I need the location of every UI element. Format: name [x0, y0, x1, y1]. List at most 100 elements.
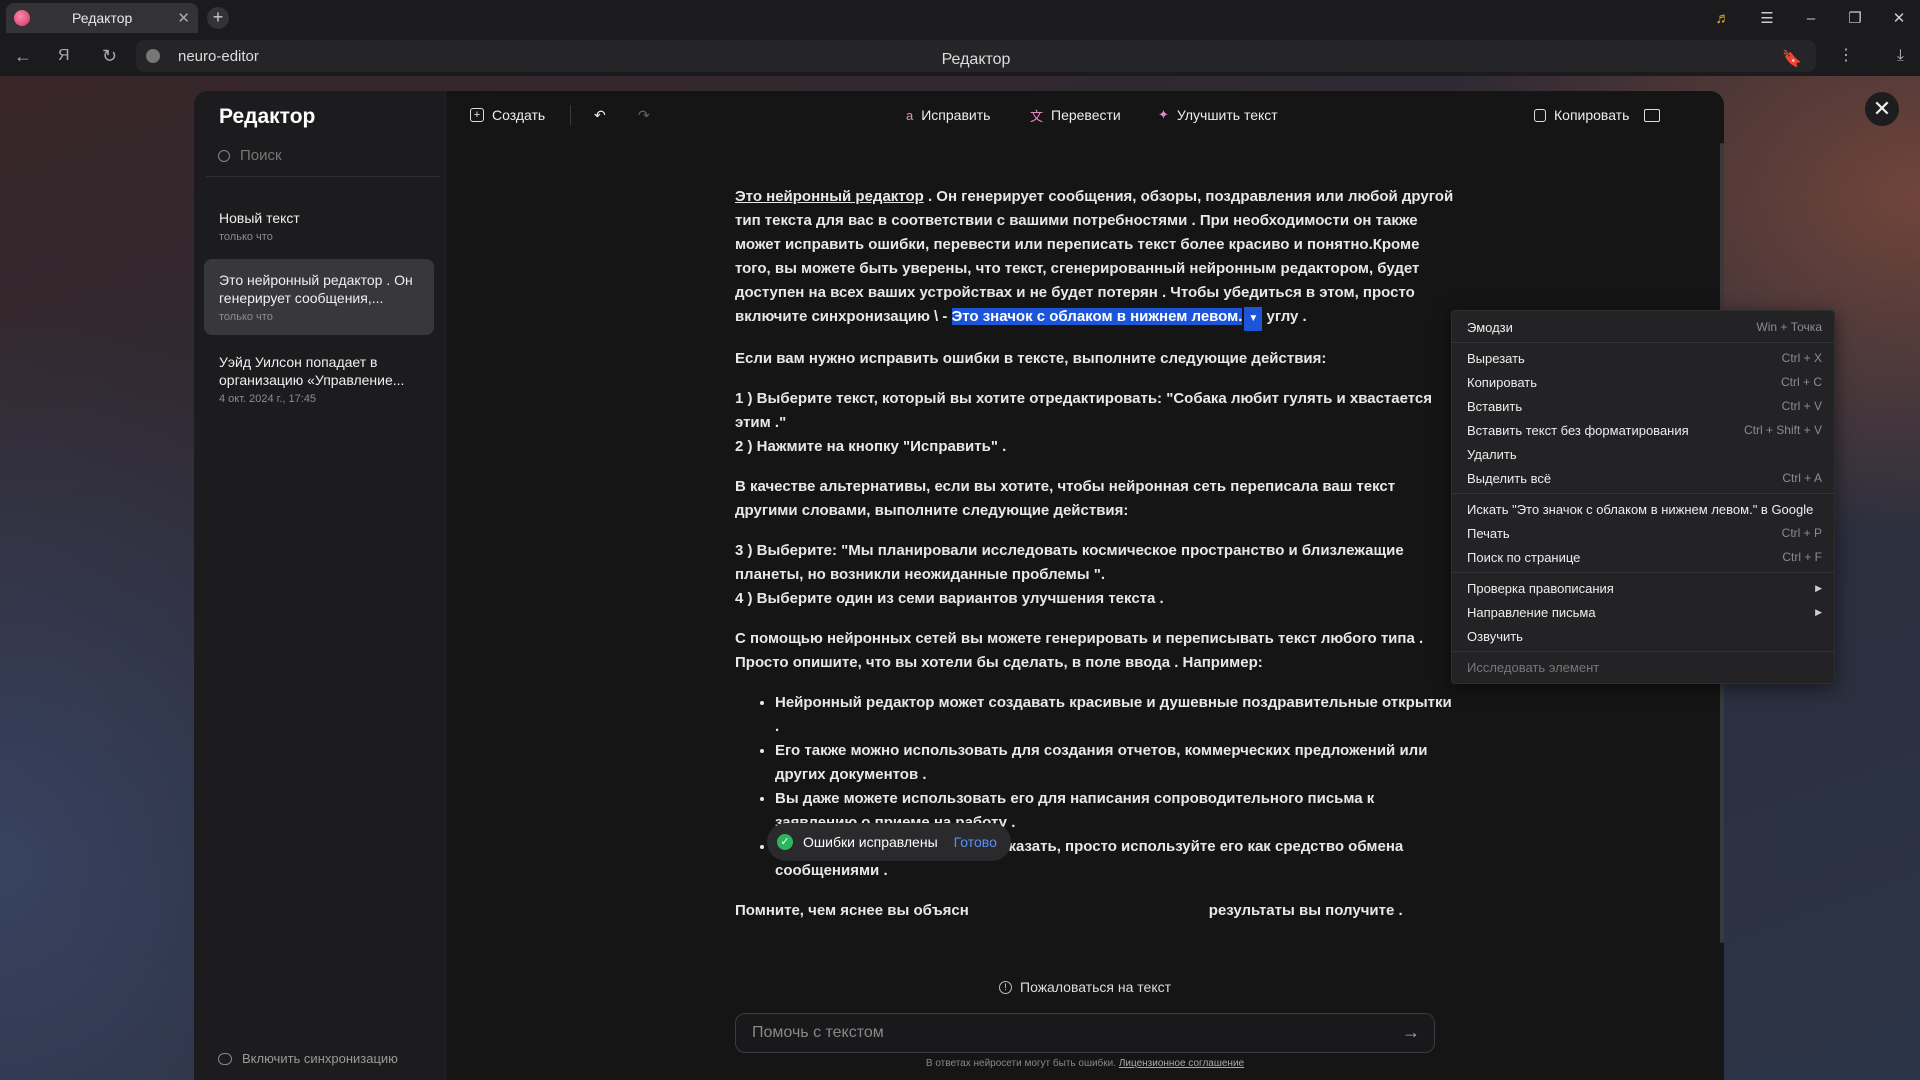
text: 4 ) Выберите один из семи вариантов улуч…: [735, 590, 1164, 607]
divider: [570, 105, 571, 125]
menu-item-emoji[interactable]: Эмодзи Win + Точка: [1452, 315, 1834, 339]
menu-label: Удалить: [1467, 446, 1517, 462]
menu-shortcut: Ctrl + A: [1782, 471, 1822, 485]
text: результаты вы получите .: [1208, 902, 1403, 919]
restore-icon[interactable]: ❐: [1844, 9, 1866, 27]
sync-label: Включить синхронизацию: [242, 1051, 398, 1066]
create-label: Создать: [492, 107, 546, 123]
menu-divider: [1452, 651, 1834, 652]
create-button[interactable]: + Создать: [470, 91, 545, 139]
menu-item-inspect[interactable]: Исследовать элемент: [1452, 655, 1834, 679]
doc-item[interactable]: Новый текст только что: [204, 197, 434, 255]
search-input[interactable]: Поиск: [206, 135, 440, 177]
search-icon: [218, 149, 230, 162]
sidebar: Редактор Поиск Новый текст только что Эт…: [194, 91, 446, 1080]
text: Помните, чем яснее вы объясн: [735, 902, 969, 919]
menu-item-speak[interactable]: Озвучить: [1452, 624, 1834, 648]
sparkle-icon: ✦: [1158, 107, 1169, 122]
search-placeholder: Поиск: [240, 147, 282, 164]
favicon-icon: [14, 10, 30, 26]
selected-text[interactable]: Это значок с облаком в нижнем левом.: [951, 308, 1243, 325]
complain-label: Пожаловаться на текст: [1020, 979, 1172, 995]
copy-label: Копировать: [1554, 107, 1630, 123]
menu-item-print[interactable]: Печать Ctrl + P: [1452, 521, 1834, 545]
menu-shortcut: Ctrl + P: [1781, 526, 1822, 540]
close-window-icon[interactable]: ✕: [1888, 9, 1910, 27]
dropdown-arrow-icon[interactable]: ▼: [1244, 307, 1263, 331]
window-controls: ♬ ☰ – ❐ ✕: [1712, 0, 1910, 36]
copy-icon: [1534, 108, 1546, 122]
complain-button[interactable]: ! Пожаловаться на текст: [999, 979, 1171, 995]
text-link[interactable]: Это нейронный редактор: [735, 188, 924, 205]
menu-item-paste-plain[interactable]: Вставить текст без форматирования Ctrl + …: [1452, 418, 1834, 442]
panel-toggle-icon[interactable]: [1644, 91, 1660, 139]
menu-item-copy[interactable]: Копировать Ctrl + C: [1452, 370, 1834, 394]
redo-icon[interactable]: ↷: [638, 91, 650, 139]
send-arrow-icon[interactable]: →: [1402, 1022, 1420, 1043]
license-link[interactable]: Лицензионное соглашение: [1119, 1058, 1244, 1069]
translate-button[interactable]: 文 Перевести: [1030, 91, 1121, 139]
tab-editor[interactable]: Редактор ✕: [6, 3, 198, 33]
menu-item-find[interactable]: Поиск по странице Ctrl + F: [1452, 545, 1834, 569]
status-toast: ✓ Ошибки исправлены Готово: [767, 823, 1011, 861]
paragraph: Это нейронный редактор . Он генерирует с…: [735, 185, 1455, 331]
menu-label: Поиск по странице: [1467, 549, 1581, 565]
copy-button[interactable]: Копировать: [1534, 91, 1629, 139]
paragraph: В качестве альтернативы, если вы хотите,…: [735, 478, 1396, 519]
menu-item-delete[interactable]: Удалить: [1452, 442, 1834, 466]
sync-button[interactable]: Включить синхронизацию: [218, 1051, 398, 1066]
help-input[interactable]: Помочь с текстом →: [735, 1013, 1435, 1053]
toast-text: Ошибки исправлены: [803, 834, 938, 850]
url-field[interactable]: neuro-editor Редактор 🔖: [136, 40, 1816, 72]
text: 3 ) Выберите: "Мы планировали исследоват…: [735, 542, 1404, 583]
paragraph: Если вам нужно исправить ошибки в тексте…: [735, 350, 1327, 367]
footer-note: В ответах нейросети могут быть ошибки. Л…: [735, 1058, 1435, 1069]
menu-shortcut: Ctrl + Shift + V: [1743, 423, 1822, 437]
menu-label: Направление письма: [1467, 604, 1596, 620]
improve-button[interactable]: ✦ Улучшить текст: [1158, 91, 1278, 139]
bookmark-icon[interactable]: 🔖: [1782, 40, 1802, 80]
tab-title: Редактор: [72, 10, 133, 26]
menu-item-paste[interactable]: Вставить Ctrl + V: [1452, 394, 1834, 418]
toast-done-button[interactable]: Готово: [954, 834, 997, 850]
fix-button[interactable]: a Исправить: [906, 91, 990, 139]
menu-shortcut: Ctrl + X: [1781, 351, 1822, 365]
fix-icon: a: [906, 107, 914, 123]
tab-close-icon[interactable]: ✕: [177, 9, 190, 27]
menu-item-search-google[interactable]: Искать "Это значок с облаком в нижнем ле…: [1452, 497, 1834, 521]
menu-item-spellcheck[interactable]: Проверка правописания ▶: [1452, 576, 1834, 600]
menu-item-cut[interactable]: Вырезать Ctrl + X: [1452, 346, 1834, 370]
reload-icon[interactable]: ↻: [102, 36, 117, 76]
download-icon[interactable]: ⤓: [1897, 36, 1904, 76]
text: 2 ) Нажмите на кнопку "Исправить" .: [735, 438, 1007, 455]
menu-label: Исследовать элемент: [1467, 659, 1600, 675]
menu-shortcut: Ctrl + F: [1782, 550, 1822, 564]
menu-divider: [1452, 493, 1834, 494]
submenu-arrow-icon: ▶: [1815, 606, 1822, 617]
doc-title: Уэйд Уилсон попадает в организацию «Упра…: [219, 354, 405, 388]
more-icon[interactable]: ⋮: [1838, 36, 1854, 76]
translate-label: Перевести: [1051, 107, 1121, 123]
menu-icon[interactable]: ☰: [1756, 9, 1778, 27]
menu-item-writing-direction[interactable]: Направление письма ▶: [1452, 600, 1834, 624]
list-item: Его также можно использовать для создани…: [775, 739, 1455, 787]
undo-icon[interactable]: ↶: [594, 91, 606, 139]
back-icon[interactable]: ←: [14, 36, 32, 76]
paragraph: 3 ) Выберите: "Мы планировали исследоват…: [735, 539, 1455, 611]
yandex-icon[interactable]: Я: [58, 36, 70, 76]
doc-item-active[interactable]: Это нейронный редактор . Он генерирует с…: [204, 259, 434, 335]
menu-label: Вставить текст без форматирования: [1467, 422, 1689, 438]
menu-item-select-all[interactable]: Выделить всё Ctrl + A: [1452, 466, 1834, 490]
footer-text: В ответах нейросети могут быть ошибки.: [925, 1058, 1119, 1069]
doc-item[interactable]: Уэйд Уилсон попадает в организацию «Упра…: [204, 341, 434, 417]
menu-label: Копировать: [1467, 374, 1537, 390]
menu-divider: [1452, 342, 1834, 343]
doc-title: Новый текст: [219, 210, 300, 226]
music-icon[interactable]: ♬: [1712, 10, 1734, 27]
minimize-icon[interactable]: –: [1800, 10, 1822, 27]
new-tab-button[interactable]: +: [207, 7, 229, 29]
page-title: Редактор: [941, 51, 1011, 68]
text: 1 ) Выберите текст, который вы хотите от…: [735, 390, 1433, 431]
close-editor-icon[interactable]: ✕: [1865, 92, 1899, 126]
paragraph: С помощью нейронных сетей вы можете гене…: [735, 630, 1424, 671]
